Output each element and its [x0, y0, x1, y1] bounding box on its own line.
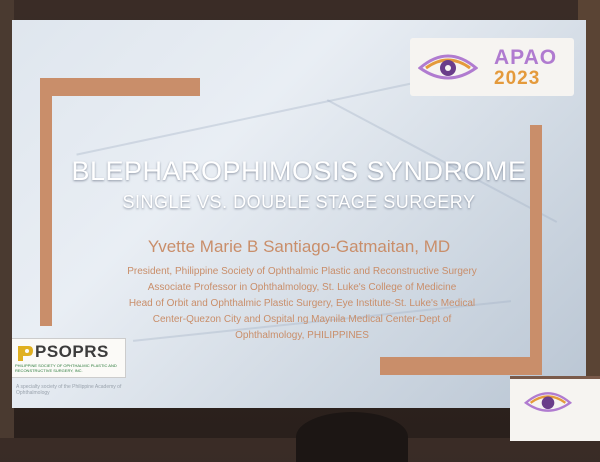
psoprs-logo: PSOPRS PHILIPPINE SOCIETY OF OPHTHALMIC … [12, 338, 126, 378]
affiliation-line: Ophthalmology, PHILIPPINES [235, 330, 369, 341]
slide-title: BLEPHAROPHIMOSIS SYNDROME [71, 156, 527, 186]
affiliation-line: Center-Quezon City and Ospital ng Maynil… [152, 314, 452, 325]
eye-icon [418, 54, 478, 80]
psoprs-logo-name: PSOPRS [35, 342, 109, 361]
projection-screen: APAO 2023 BLEPHAROPHIMOSIS SYNDROME SING… [12, 20, 586, 408]
psoprs-logo-subtitle: PHILIPPINE SOCIETY OF OPHTHALMIC PLASTIC… [15, 363, 117, 373]
apao-logo-year: 2023 [494, 68, 541, 89]
apao-logo-word: APAO [494, 46, 558, 69]
affiliation-line: President, Philippine Society of Ophthal… [127, 266, 477, 277]
presenter-affiliations: President, Philippine Society of Ophthal… [72, 264, 532, 344]
eye-icon [523, 392, 573, 412]
affiliation-line: Head of Orbit and Ophthalmic Plastic Sur… [128, 298, 476, 309]
podium-logo-sign [510, 376, 600, 441]
apao-logo: APAO 2023 [410, 38, 574, 96]
slide-subtitle: SINGLE VS. DOUBLE STAGE SURGERY [122, 192, 476, 212]
slide-footer-text: A specialty society of the Philippine Ac… [16, 384, 122, 396]
presenter-name: Yvette Marie B Santiago-Gatmaitan, MD [147, 237, 451, 256]
audience-head [296, 412, 408, 462]
psoprs-emblem-icon [18, 346, 33, 361]
affiliation-line: Associate Professor in Ophthalmology, St… [147, 282, 457, 293]
